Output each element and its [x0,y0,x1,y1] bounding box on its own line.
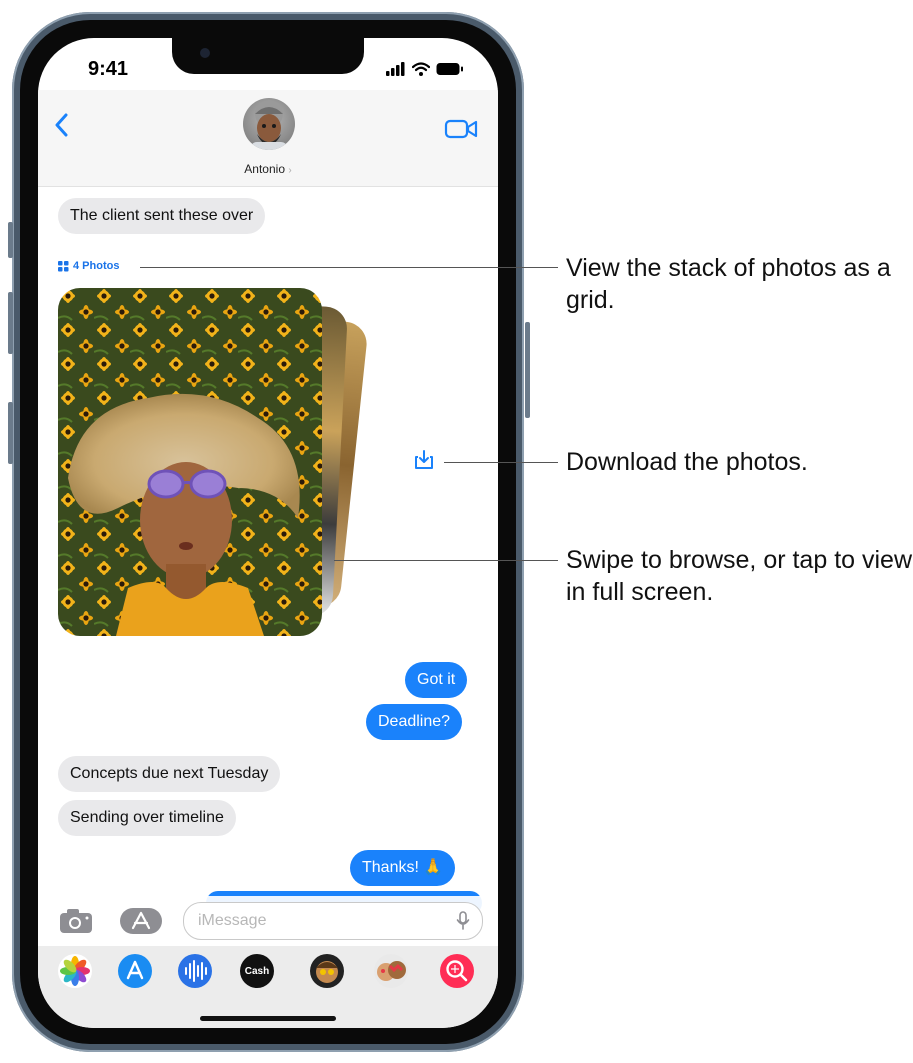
callout-download-text: Download the photos. [566,448,808,476]
battery-icon [436,63,463,75]
video-call-icon[interactable] [444,118,478,140]
back-chevron-icon[interactable] [52,110,72,140]
audio-message-icon[interactable] [178,954,212,988]
grid-icon [58,260,69,271]
callout-line-browse [334,560,558,561]
images-search-icon[interactable] [440,954,474,988]
notch [172,38,364,74]
callout-grid-text: View the stack of photos as a grid. [566,254,891,314]
message-bubble-incoming[interactable]: Sending over timeline [58,800,236,836]
callout-line-download [444,462,558,463]
action-button [8,222,13,258]
photos-grid-link[interactable]: 4 Photos [58,260,119,272]
imessage-input[interactable]: iMessage [183,902,483,940]
cellular-signal-icon [386,62,405,76]
photos-app-icon[interactable] [58,954,92,988]
microphone-icon[interactable] [456,911,470,931]
imessage-placeholder: iMessage [198,912,267,929]
apple-cash-label: Cash [244,965,270,977]
app-store-icon[interactable] [118,954,152,988]
contact-name[interactable]: Antonio › [38,162,498,176]
photo-stack-top-photo[interactable] [58,288,322,636]
app-store-glyph-icon [131,911,151,930]
callout-browse-text: Swipe to browse, or tap to view in full … [566,546,912,606]
photos-count-label: 4 Photos [73,260,120,272]
apps-button[interactable] [120,908,162,934]
contact-name-label: Antonio [244,162,285,176]
contact-avatar[interactable] [243,98,295,150]
sticker-faces-icon [377,961,406,981]
app-store-glyph-icon [126,960,144,980]
home-indicator[interactable] [200,1016,336,1021]
phone-screen: 9:41 Antonio › The client sent these ove… [38,38,498,1028]
power-button [525,322,530,418]
message-bubble-incoming[interactable]: The client sent these over [58,198,266,234]
volume-up-button [8,292,13,354]
memoji-avatar-icon [251,100,287,150]
portrait-photo-image [58,288,322,636]
message-bubble-outgoing[interactable]: Deadline? [366,704,463,740]
message-bubble-incoming[interactable]: Concepts due next Tuesday [58,756,281,792]
apple-cash-icon[interactable]: Cash [240,954,274,988]
status-time: 9:41 [88,58,129,80]
download-icon[interactable] [412,448,436,472]
message-bubble-outgoing[interactable]: Got it [405,662,468,698]
volume-down-button [8,402,13,464]
memoji-face-icon [316,961,338,983]
camera-icon[interactable] [58,908,94,934]
callout-line-grid [140,267,558,268]
magnifier-globe-icon [446,960,468,982]
waveform-icon [185,960,207,982]
memoji-icon[interactable] [310,954,344,988]
memoji-stickers-icon[interactable] [374,954,408,988]
message-bubble-outgoing[interactable]: Thanks! 🙏 [350,850,456,886]
photos-flower-icon [60,956,90,986]
status-icons [386,60,464,76]
wifi-icon [412,62,430,76]
